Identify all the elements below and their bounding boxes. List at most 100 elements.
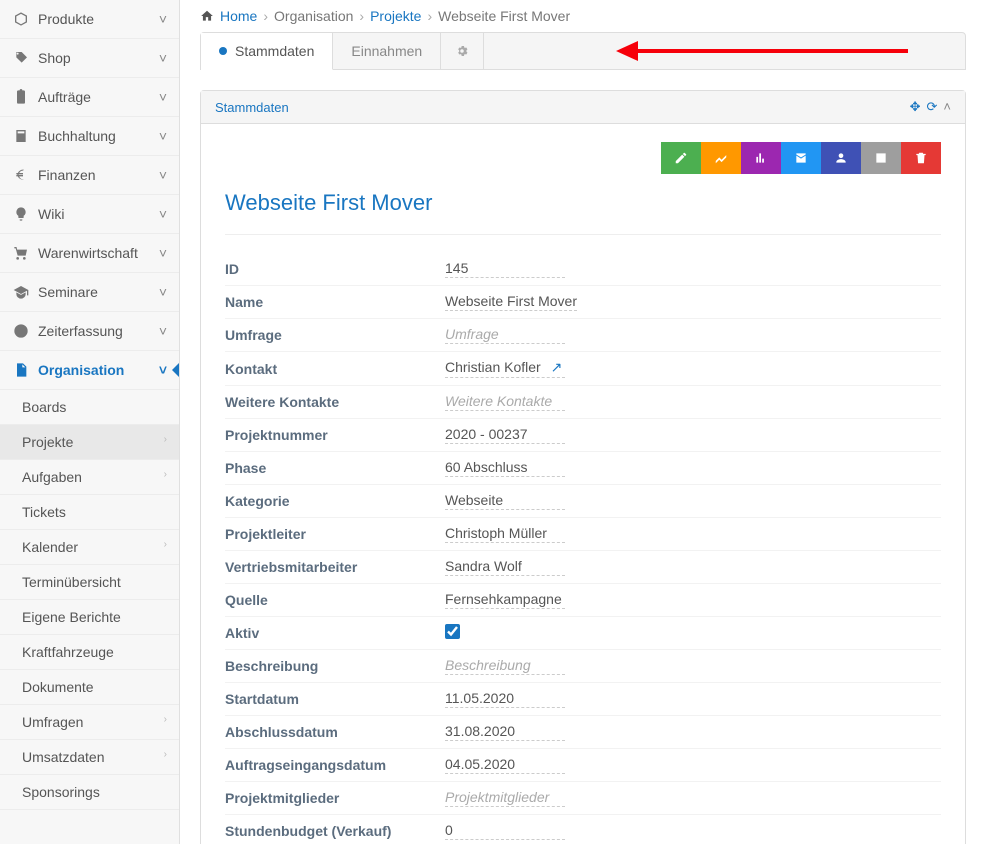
field-value[interactable]: 04.05.2020 (445, 756, 565, 774)
sidebar-item-warenwirtschaft[interactable]: Warenwirtschaft˅ (0, 234, 179, 273)
field-value[interactable]: 11.05.2020 (445, 690, 565, 708)
sidebar-item-shop[interactable]: Shop˅ (0, 39, 179, 78)
field-value[interactable]: Sandra Wolf (445, 558, 565, 576)
collapse-icon[interactable]: ˄ (943, 99, 951, 115)
move-icon[interactable]: ✥ (910, 99, 921, 115)
chart-line-icon (714, 151, 728, 165)
main: Home › Organisation › Projekte › Webseit… (180, 0, 986, 844)
field-value[interactable]: Weitere Kontakte (445, 393, 565, 411)
sidebar-subitem-projekte[interactable]: Projekte› (0, 425, 179, 460)
sidebar-subitem-label: Tickets (22, 504, 66, 520)
field-value[interactable]: Christian Kofler ↗ (445, 359, 565, 378)
chart-line-button[interactable] (701, 142, 741, 174)
sidebar-subitem-tickets[interactable]: Tickets (0, 495, 179, 530)
sidebar-item-produkte[interactable]: Produkte˅ (0, 0, 179, 39)
sidebar-subitem-umfragen[interactable]: Umfragen › (0, 705, 179, 740)
chart-bar-icon (754, 151, 768, 165)
edit-icon (674, 151, 688, 165)
field-row: Auftragseingangsdatum04.05.2020 (225, 749, 941, 782)
aktiv-checkbox[interactable] (445, 624, 460, 639)
field-row: QuelleFernsehkampagne (225, 584, 941, 617)
mail-button[interactable] (781, 142, 821, 174)
action-bar (225, 142, 941, 174)
sidebar-subitem-terminübersicht[interactable]: Terminübersicht (0, 565, 179, 600)
sidebar-item-label: Shop (38, 50, 71, 66)
chevron-right-icon: ˅ (159, 284, 167, 300)
field-value[interactable]: Webseite First Mover (445, 293, 577, 311)
sidebar-subitem-label: Sponsorings (22, 784, 100, 800)
sidebar-item-organisation[interactable]: Organisation˅ (0, 351, 179, 390)
field-label: Umfrage (225, 327, 445, 343)
field-value[interactable]: Projektmitglieder (445, 789, 565, 807)
sidebar-subitem-label: Umfragen (22, 714, 83, 730)
chevron-right-icon: ˅ (159, 11, 167, 27)
field-value[interactable]: 31.08.2020 (445, 723, 565, 741)
sidebar-subitem-label: Terminübersicht (22, 574, 121, 590)
caret-right-icon: › (164, 539, 167, 550)
tab-settings[interactable] (441, 33, 484, 69)
field-value[interactable]: 145 (445, 260, 565, 278)
sidebar-item-finanzen[interactable]: Finanzen˅ (0, 156, 179, 195)
breadcrumb-org: Organisation (274, 8, 353, 24)
field-value[interactable]: Webseite (445, 492, 565, 510)
gear-icon (455, 44, 469, 58)
field-value[interactable]: 0 (445, 822, 565, 840)
sidebar-subitem-kraftfahrzeuge[interactable]: Kraftfahrzeuge (0, 635, 179, 670)
annotation-arrow (616, 41, 908, 61)
sidebar-subitem-aufgaben[interactable]: Aufgaben› (0, 460, 179, 495)
caret-right-icon: › (164, 714, 167, 725)
sidebar-subitem-eigene-berichte[interactable]: Eigene Berichte (0, 600, 179, 635)
sidebar-subitem-umsatzdaten[interactable]: Umsatzdaten› (0, 740, 179, 775)
field-value[interactable]: Beschreibung (445, 657, 565, 675)
field-row: Aktiv (225, 617, 941, 650)
field-value[interactable]: Fernsehkampagne (445, 591, 565, 609)
sidebar-item-label: Aufträge (38, 89, 91, 105)
field-value[interactable]: 60 Abschluss (445, 459, 565, 477)
field-row: Projektnummer2020 - 00237 (225, 419, 941, 452)
field-row: VertriebsmitarbeiterSandra Wolf (225, 551, 941, 584)
field-value[interactable]: Christoph Müller (445, 525, 565, 543)
image-button[interactable] (861, 142, 901, 174)
sidebar-subitem-label: Umsatzdaten (22, 749, 104, 765)
sidebar-item-label: Warenwirtschaft (38, 245, 138, 261)
sidebar-item-seminare[interactable]: Seminare˅ (0, 273, 179, 312)
breadcrumb-home[interactable]: Home (220, 8, 257, 24)
tab-stammdaten[interactable]: Stammdaten (201, 33, 333, 70)
edit-button[interactable] (661, 142, 701, 174)
user-button[interactable] (821, 142, 861, 174)
panel-stammdaten: Stammdaten ✥ ⟳ ˄ Webseite First Mover ID… (200, 90, 966, 844)
field-row: Startdatum11.05.2020 (225, 683, 941, 716)
sidebar-subitem-sponsorings[interactable]: Sponsorings (0, 775, 179, 810)
field-row: Stundenbudget (Verkauf)0 (225, 815, 941, 844)
tab-einnahmen[interactable]: Einnahmen (333, 33, 441, 69)
sidebar-item-label: Organisation (38, 362, 124, 378)
bulb-icon (12, 205, 30, 223)
refresh-icon[interactable]: ⟳ (927, 99, 938, 115)
sidebar-item-buchhaltung[interactable]: Buchhaltung˅ (0, 117, 179, 156)
sidebar-subitem-kalender[interactable]: Kalender › (0, 530, 179, 565)
field-label: Beschreibung (225, 658, 445, 674)
external-link-icon[interactable]: ↗ (551, 359, 563, 375)
chart-bar-button[interactable] (741, 142, 781, 174)
clock-icon (12, 322, 30, 340)
field-value[interactable]: 2020 - 00237 (445, 426, 565, 444)
sidebar-item-label: Zeiterfassung (38, 323, 123, 339)
sidebar-subitem-dokumente[interactable]: Dokumente (0, 670, 179, 705)
field-value[interactable]: Umfrage (445, 326, 565, 344)
breadcrumb: Home › Organisation › Projekte › Webseit… (180, 0, 986, 32)
breadcrumb-projekte[interactable]: Projekte (370, 8, 421, 24)
field-label: Kategorie (225, 493, 445, 509)
sidebar-item-zeiterfassung[interactable]: Zeiterfassung˅ (0, 312, 179, 351)
tabs: Stammdaten Einnahmen (200, 32, 966, 70)
sidebar-item-wiki[interactable]: Wiki˅ (0, 195, 179, 234)
sidebar-item-aufträge[interactable]: Aufträge˅ (0, 78, 179, 117)
sidebar-subitem-label: Kraftfahrzeuge (22, 644, 114, 660)
delete-button[interactable] (901, 142, 941, 174)
field-row: ProjektleiterChristoph Müller (225, 518, 941, 551)
breadcrumb-sep: › (427, 8, 432, 24)
home-icon[interactable] (200, 9, 214, 23)
sidebar-subitem-boards[interactable]: Boards (0, 390, 179, 425)
field-label: Startdatum (225, 691, 445, 707)
sidebar-subitem-label: Projekte (22, 434, 73, 450)
sidebar-subitem-label: Kalender (22, 539, 78, 555)
